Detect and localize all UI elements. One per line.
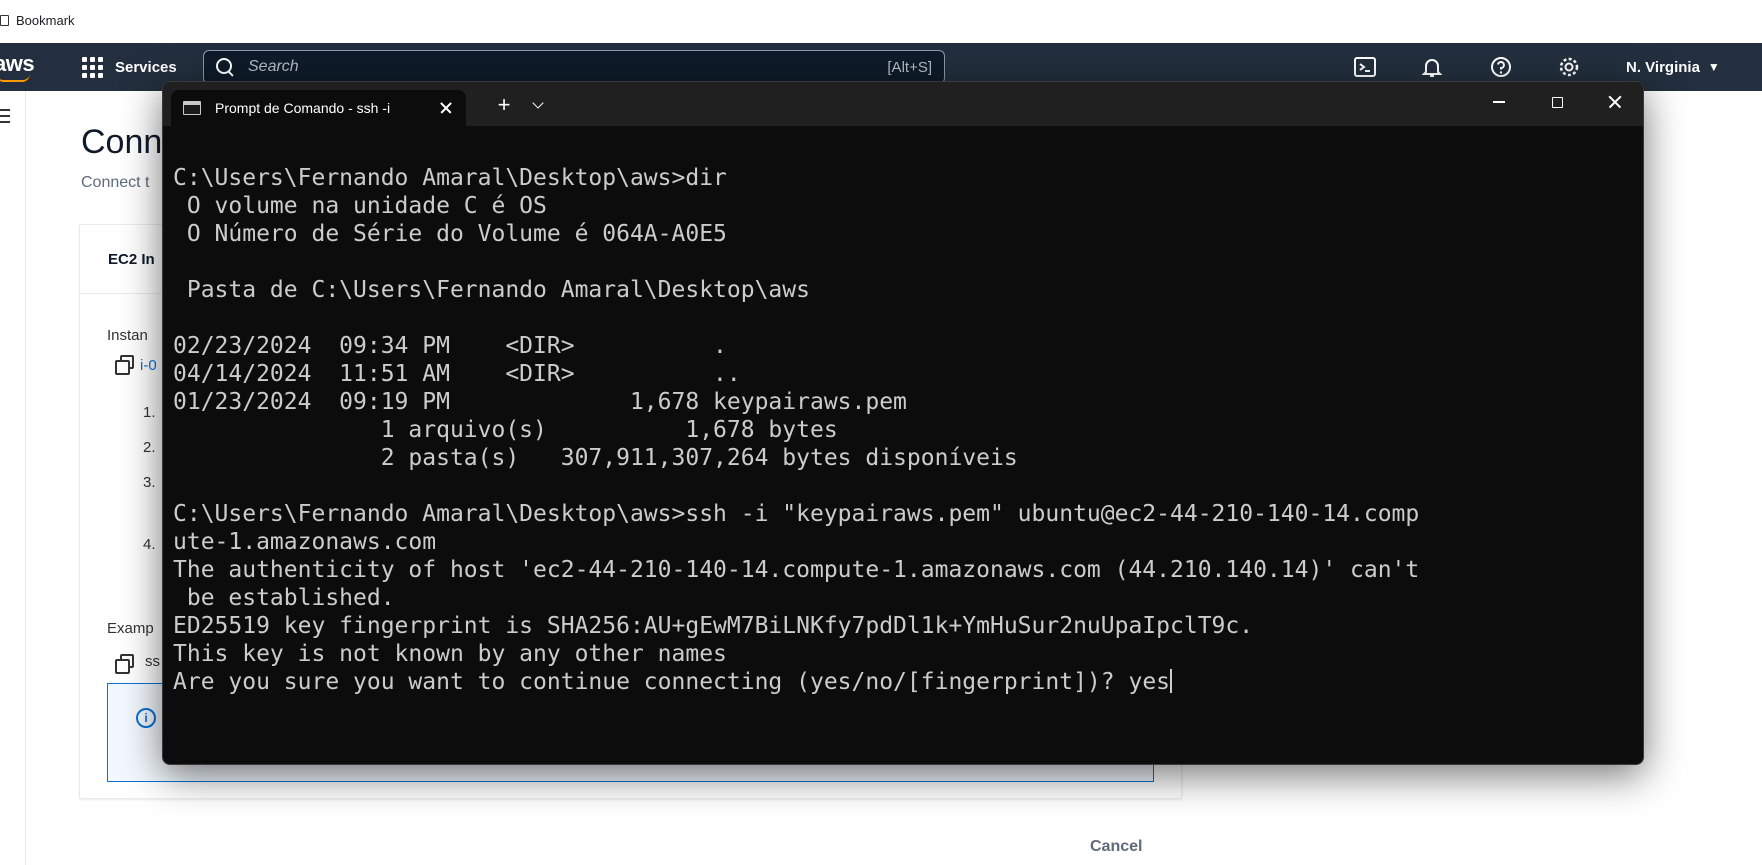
info-icon: i [136, 708, 156, 728]
notifications-bell-icon[interactable] [1418, 53, 1446, 81]
search-input[interactable]: Search [Alt+S] [203, 50, 945, 84]
left-rail-divider [25, 91, 26, 865]
copy-icon[interactable] [115, 654, 134, 674]
terminal-line: ED25519 key fingerprint is SHA256:AU+gEw… [173, 613, 1254, 639]
terminal-window[interactable]: Prompt de Comando - ssh -i + C:\Users\Fe… [162, 81, 1644, 765]
copy-icon[interactable] [115, 355, 134, 375]
minimize-button[interactable] [1470, 82, 1528, 122]
search-placeholder: Search [248, 58, 299, 75]
bookmark-item[interactable]: Bookmark [0, 10, 75, 30]
step-number: 4. [143, 536, 156, 553]
terminal-line: ute-1.amazonaws.com [173, 529, 437, 555]
terminal-tab[interactable]: Prompt de Comando - ssh -i [171, 90, 466, 126]
cloudshell-icon[interactable] [1351, 53, 1379, 81]
bookmark-label: Bookmark [16, 12, 75, 28]
terminal-line: The authenticity of host 'ec2-44-210-140… [173, 557, 1420, 583]
step-number: 3. [143, 474, 156, 491]
region-label: N. Virginia [1626, 58, 1700, 76]
terminal-line: C:\Users\Fernando Amaral\Desktop\aws>ssh… [173, 501, 1420, 527]
aws-smile-icon [0, 74, 30, 82]
menu-hamburger-icon[interactable] [0, 109, 10, 127]
step-number: 1. [143, 404, 156, 421]
help-icon[interactable] [1487, 53, 1515, 81]
caret-down-icon: ▼ [1707, 60, 1720, 74]
maximize-button[interactable] [1528, 82, 1586, 122]
search-shortcut-hint: [Alt+S] [887, 58, 932, 76]
maximize-icon [1551, 96, 1563, 108]
minimize-icon [1493, 101, 1505, 103]
text-cursor [1170, 669, 1173, 693]
terminal-line: This key is not known by any other names [173, 641, 727, 667]
chevron-down-icon[interactable] [530, 96, 548, 114]
instance-id-link[interactable]: i-0 [140, 357, 157, 374]
terminal-line: 04/14/2024 11:51 AM <DIR> .. [173, 361, 741, 387]
bookmark-icon [0, 14, 9, 26]
terminal-output[interactable]: C:\Users\Fernando Amaral\Desktop\aws>dir… [173, 164, 1633, 696]
aws-logo[interactable]: aws [0, 47, 40, 83]
terminal-prompt-text: Are you sure you want to continue connec… [173, 669, 1129, 695]
settings-gear-icon[interactable] [1555, 53, 1583, 81]
search-icon [216, 58, 234, 76]
close-icon [1608, 95, 1622, 109]
terminal-line: Pasta de C:\Users\Fernando Amaral\Deskto… [173, 277, 810, 303]
terminal-line: 1 arquivo(s) 1,678 bytes [173, 417, 838, 443]
step-number: 2. [143, 439, 156, 456]
services-label: Services [115, 58, 177, 76]
screen: Bookmark aws Services Search [Alt+S] [0, 0, 1762, 865]
terminal-line: 2 pasta(s) 307,911,307,264 bytes disponí… [173, 445, 1018, 471]
example-label: Examp [107, 620, 154, 637]
app-grid-icon [82, 56, 103, 78]
page-title: Conn [81, 123, 163, 161]
terminal-line: 01/23/2024 09:19 PM 1,678 keypairaws.pem [173, 389, 907, 415]
cancel-button[interactable]: Cancel [1090, 838, 1142, 856]
terminal-line: O volume na unidade C é OS [173, 193, 547, 219]
terminal-line: 02/23/2024 09:34 PM <DIR> . [173, 333, 727, 359]
instance-id-label: Instan [107, 327, 148, 344]
bookmark-bar: Bookmark [0, 0, 1762, 43]
terminal-line: be established. [173, 585, 395, 611]
terminal-line: O Número de Série do Volume é 064A-A0E5 [173, 221, 727, 247]
terminal-prompt-line[interactable]: Are you sure you want to continue connec… [173, 668, 1633, 696]
terminal-line: C:\Users\Fernando Amaral\Desktop\aws>dir [173, 165, 727, 191]
terminal-titlebar[interactable]: Prompt de Comando - ssh -i + [163, 82, 1643, 126]
close-window-button[interactable] [1586, 82, 1643, 122]
example-command: ss [145, 653, 160, 670]
new-tab-button[interactable]: + [492, 94, 516, 118]
command-prompt-icon [183, 101, 201, 115]
tab-ec2-instance-connect[interactable]: EC2 In [108, 251, 155, 268]
close-tab-icon[interactable] [438, 100, 454, 116]
terminal-typed-input[interactable]: yes [1128, 669, 1170, 695]
page-subtitle: Connect t [81, 174, 150, 191]
terminal-tab-title: Prompt de Comando - ssh -i [215, 100, 391, 116]
